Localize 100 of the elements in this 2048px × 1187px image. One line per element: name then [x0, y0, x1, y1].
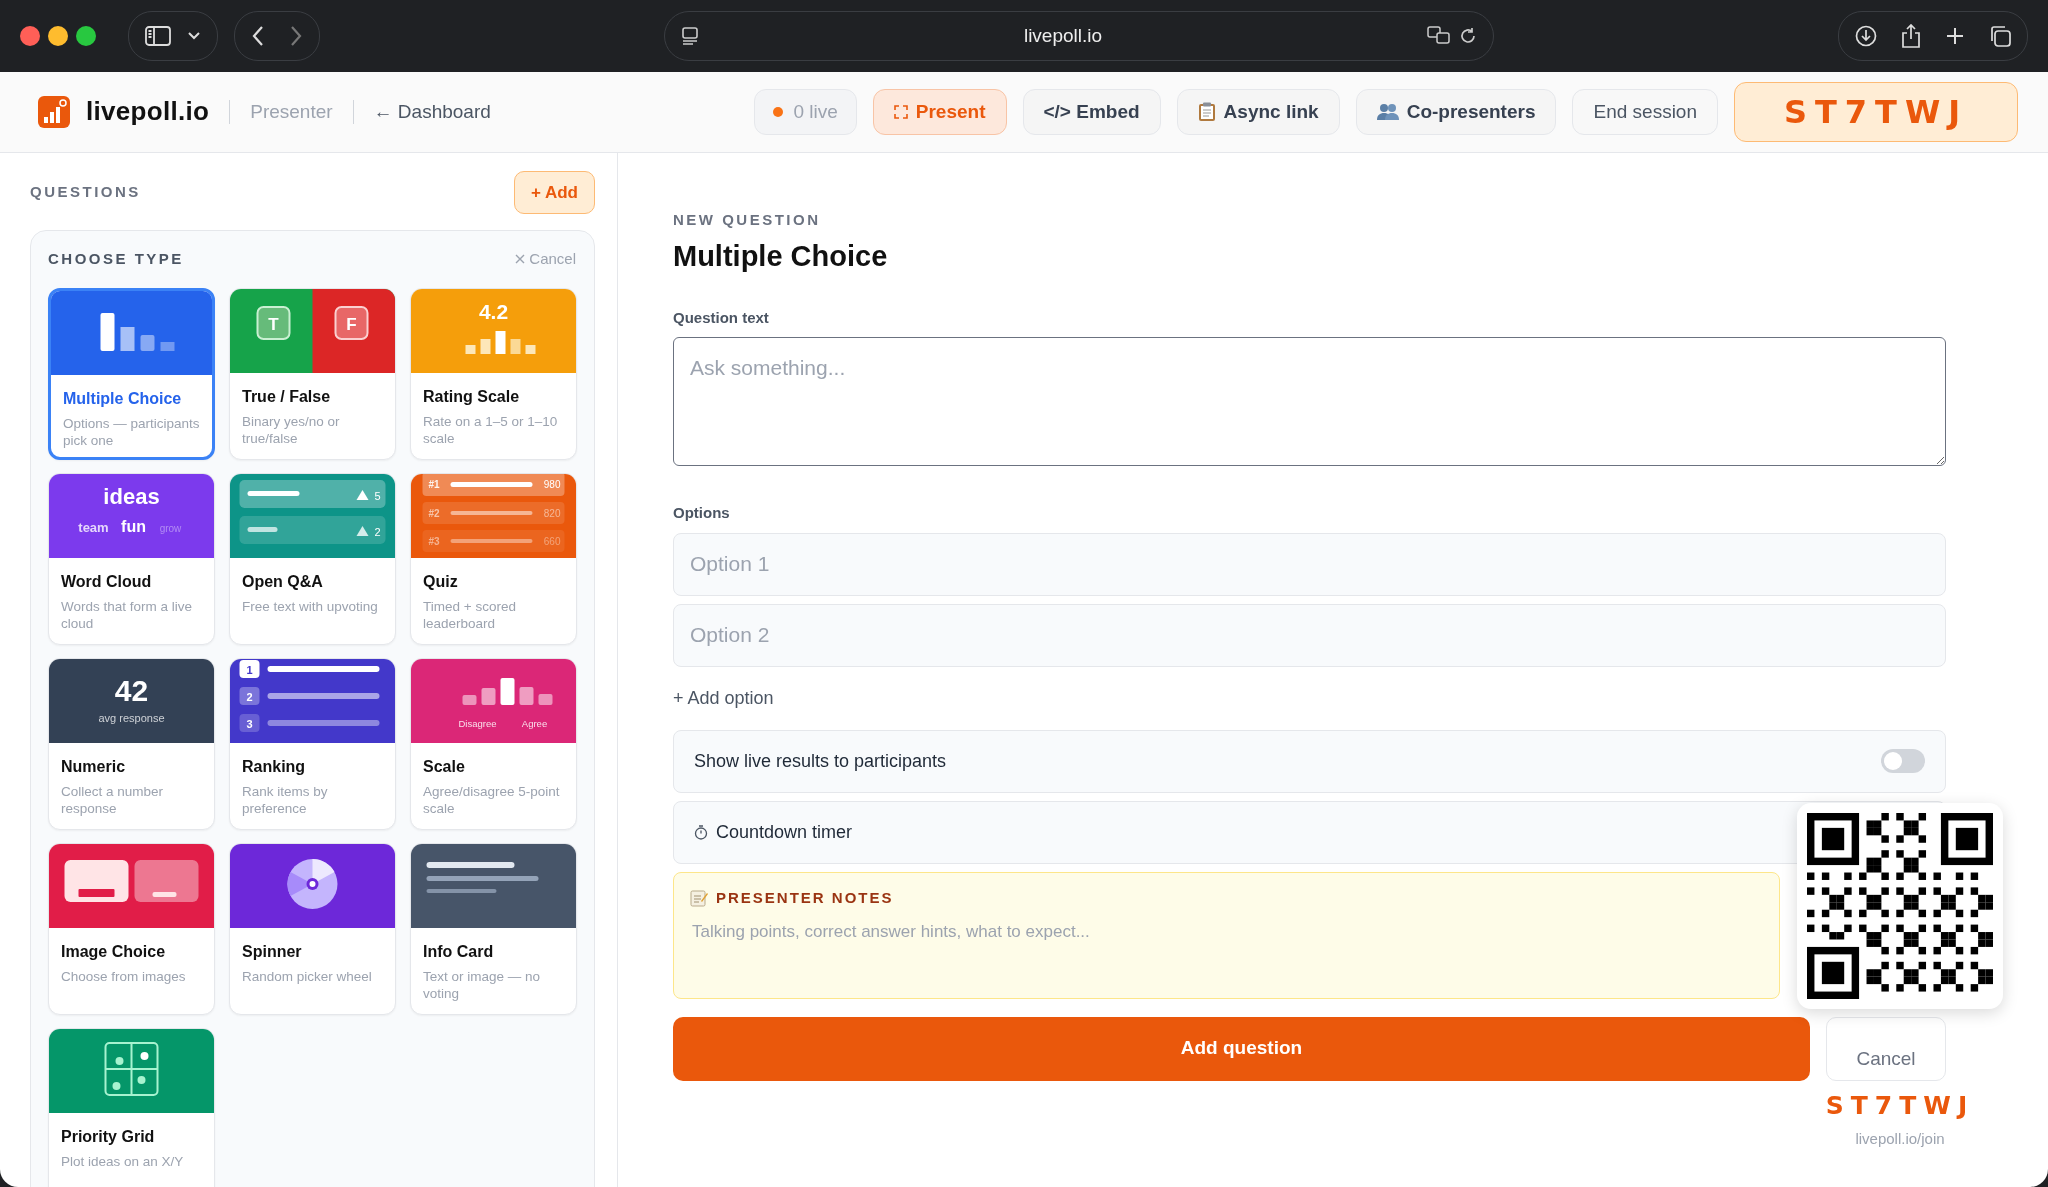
muted-action-button[interactable]: End session — [1572, 88, 1718, 135]
presenter-notes-heading: PRESENTER NOTES — [716, 887, 894, 908]
tabs-overview-icon[interactable] — [1989, 25, 2011, 47]
art-label: fun — [121, 517, 146, 535]
type-description: Choose from images — [61, 967, 187, 986]
question-type-card[interactable]: 1 2 3 Ranking Rank items by preference — [229, 657, 396, 830]
art-label: 4.2 — [478, 299, 509, 323]
countdown-timer-label: Countdown timer — [716, 820, 853, 844]
type-title: Priority Grid — [61, 1126, 156, 1147]
option-field[interactable]: Option 1 — [673, 532, 1946, 596]
new-question-label: NEW QUESTION — [673, 209, 822, 230]
translate-icon[interactable] — [1427, 26, 1451, 46]
questions-heading: QUESTIONS — [30, 182, 141, 203]
type-title: Word Cloud — [61, 571, 153, 592]
live-results-toggle[interactable] — [1881, 749, 1925, 774]
memo-icon — [690, 888, 708, 907]
presenter-notes-box[interactable]: PRESENTER NOTES Talking points, correct answer hints, what to expect... — [673, 871, 1780, 999]
type-description: Words that form a live cloud — [61, 597, 194, 633]
forward-icon[interactable] — [289, 25, 303, 47]
fullscreen-icon — [893, 104, 908, 119]
session-code: ST7TWJ — [1734, 81, 2018, 142]
type-title: Open Q&A — [242, 571, 324, 592]
art-label: #2 — [428, 507, 440, 519]
chevron-down-icon[interactable] — [187, 31, 201, 41]
art-label: 5 — [374, 489, 381, 502]
people-action-button[interactable]: Co-presenters — [1355, 88, 1557, 135]
type-title: Ranking — [242, 756, 307, 777]
options-label: Options — [673, 503, 731, 524]
quadrant-grid-drawing — [104, 1041, 159, 1096]
reload-icon[interactable] — [1459, 27, 1477, 45]
share-icon[interactable] — [1901, 24, 1921, 48]
art-label: 1 — [246, 663, 253, 676]
question-type-card[interactable]: Priority Grid Plot ideas on an X/Y — [48, 1027, 215, 1187]
minimize-window-button[interactable] — [48, 26, 68, 46]
plus-icon[interactable] — [1945, 26, 1965, 46]
option-field[interactable]: Option 2 — [673, 603, 1946, 667]
art-label: #3 — [428, 535, 440, 547]
plain-action-button[interactable]: </> Embed — [1022, 88, 1161, 135]
type-title: Quiz — [423, 571, 459, 592]
type-description: Rank items by preference — [242, 782, 329, 818]
art-label: 980 — [543, 478, 561, 490]
question-type-card[interactable]: Spinner Random picker wheel — [229, 842, 396, 1015]
type-title: Multiple Choice — [63, 388, 183, 409]
close-window-button[interactable] — [20, 26, 40, 46]
type-title: Image Choice — [61, 941, 167, 962]
art-label: 2 — [246, 690, 253, 703]
type-title: Rating Scale — [423, 386, 521, 407]
art-label: avg response — [98, 711, 165, 724]
question-type-card[interactable]: ideas team fun grow Word Cloud Words that form a live cloud — [48, 472, 215, 645]
add-question-button[interactable]: Add question — [673, 1016, 1810, 1081]
brand-name: livepoll.io — [86, 95, 210, 129]
art-label: Agree — [521, 717, 548, 729]
art-label: T — [268, 314, 279, 334]
back-icon[interactable] — [251, 25, 265, 47]
live-results-label: Show live results to participants — [694, 749, 947, 773]
type-description: Text or image — no voting — [423, 967, 542, 1003]
question-type-card[interactable]: Image Choice Choose from images — [48, 842, 215, 1015]
add-option-link[interactable]: + Add option — [673, 684, 774, 712]
clipboard-action-button[interactable]: Async link — [1176, 88, 1340, 135]
question-type-card[interactable]: 5 2 Open Q&A Free text with upvoting — [229, 472, 396, 645]
type-description: Plot ideas on an X/Y — [61, 1152, 185, 1171]
art-label: 820 — [543, 507, 561, 519]
choose-type-heading: CHOOSE TYPE — [48, 249, 184, 270]
question-type-card[interactable]: Info Card Text or image — no voting — [410, 842, 577, 1015]
cancel-button[interactable]: Cancel — [1826, 1016, 1946, 1081]
maximize-window-button[interactable] — [76, 26, 96, 46]
logo-icon — [38, 95, 70, 128]
type-title: Numeric — [61, 756, 127, 777]
art-label: ideas — [103, 483, 160, 509]
live-count: 0 live — [793, 99, 838, 124]
type-description: Collect a number response — [61, 782, 165, 818]
presenter-notes-field[interactable]: Talking points, correct answer hints, what to expect... — [690, 917, 1690, 973]
people-icon — [1376, 102, 1399, 121]
type-description: Binary yes/no or true/false — [242, 412, 341, 448]
page-menu-icon[interactable] — [681, 27, 699, 45]
type-title: Scale — [423, 756, 466, 777]
question-type-card[interactable]: Multiple Choice Options — participants pick one — [48, 287, 215, 460]
question-type-card[interactable]: T F True / False Binary yes/no or true/false — [229, 287, 396, 460]
question-type-card[interactable]: #1 980 #2 820 #3 660 Quiz Timed + scored leaderboard — [410, 472, 577, 645]
bar-chart-drawing — [465, 330, 536, 354]
art-label: 42 — [114, 673, 149, 707]
dashboard-link[interactable]: ← Dashboard — [373, 97, 491, 127]
stopwatch-icon — [694, 824, 708, 840]
sidebar-toggle-icon[interactable] — [145, 26, 171, 46]
art-label: team — [78, 519, 109, 535]
type-title: Spinner — [242, 941, 303, 962]
art-label: F — [346, 314, 357, 334]
art-label: #1 — [428, 478, 440, 490]
question-type-card[interactable]: Disagree Agree Scale Agree/disagree 5-point scale — [410, 657, 577, 830]
role-label: Presenter — [250, 99, 333, 124]
art-label: 3 — [246, 717, 253, 730]
question-type-card[interactable]: 4.2 Rating Scale Rate on a 1–5 or 1–10 scale — [410, 287, 577, 460]
question-text-label: Question text — [673, 307, 770, 328]
type-description: Agree/disagree 5-point scale — [423, 782, 561, 818]
join-url: livepoll.io/join — [1855, 1128, 1945, 1149]
close-icon — [515, 254, 526, 265]
download-icon[interactable] — [1855, 25, 1877, 47]
question-text-field[interactable]: Ask something... — [673, 337, 1946, 467]
question-type-card[interactable]: 42 avg response Numeric Collect a number response — [48, 657, 215, 830]
type-description: Timed + scored leaderboard — [423, 597, 517, 633]
